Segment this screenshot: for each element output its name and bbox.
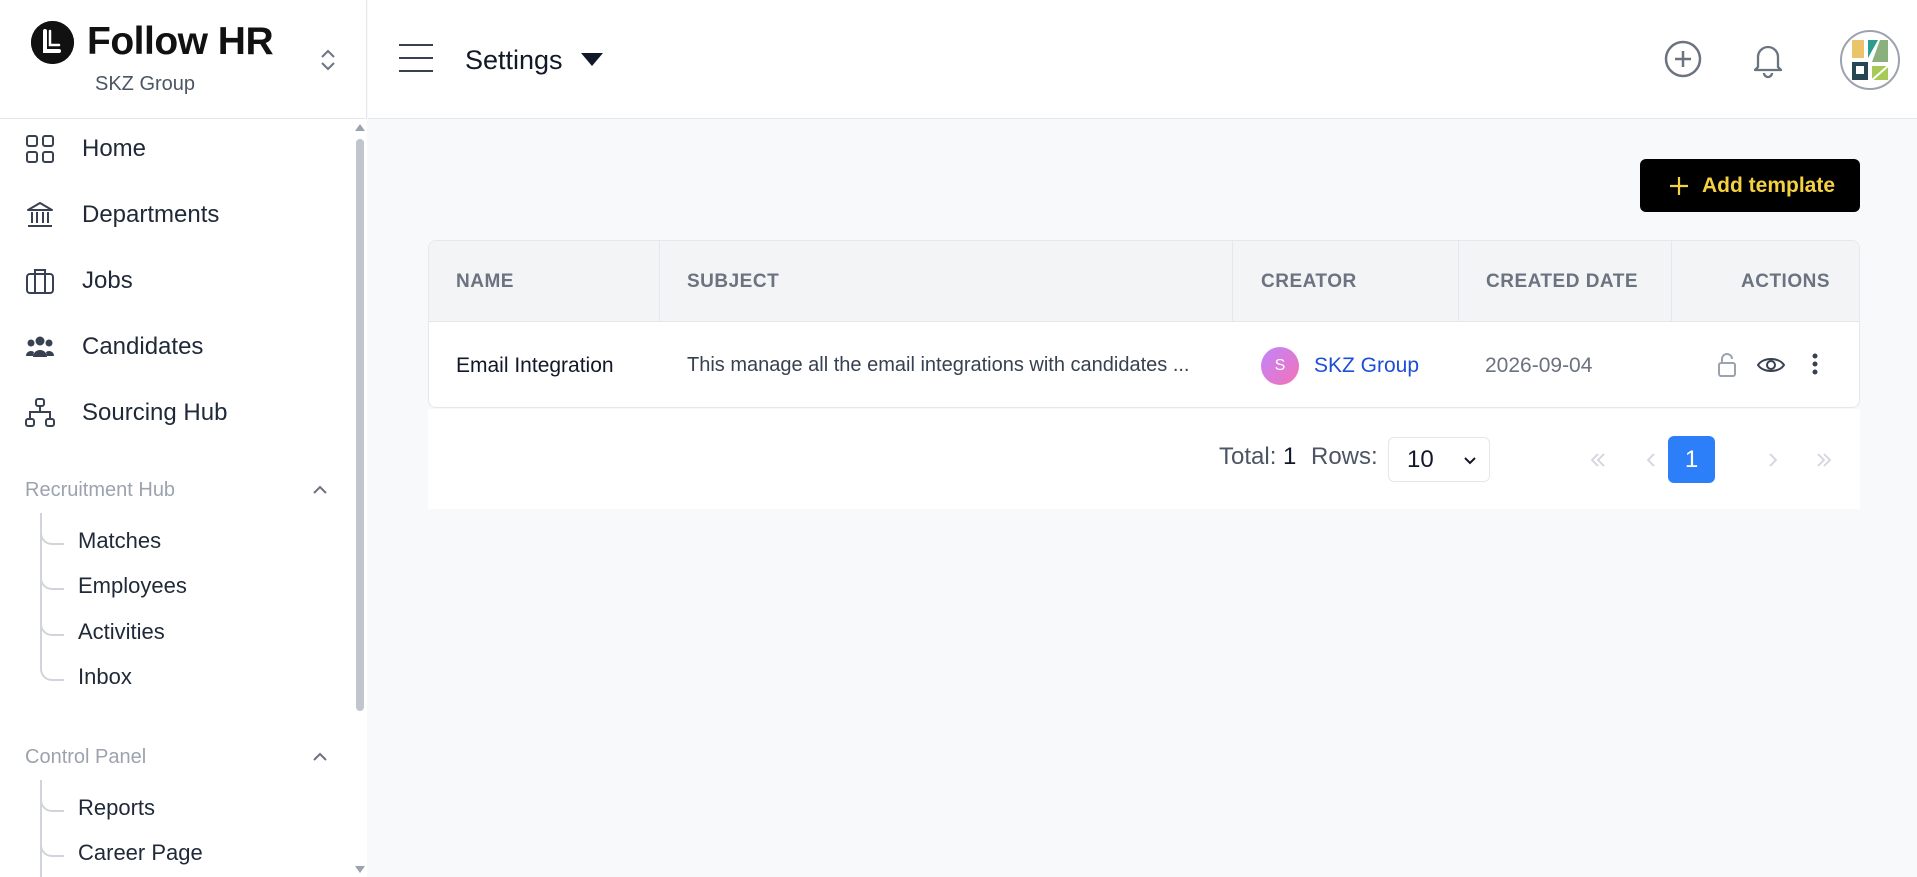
table-row[interactable]: Email Integration This manage all the em… [429,322,1859,407]
column-divider [1232,241,1233,322]
sidebar-item-candidates[interactable]: Candidates [0,319,352,375]
sidebar-item-reports[interactable]: Reports [40,792,340,826]
hierarchy-icon [25,398,55,428]
tree-branch [40,661,64,681]
sidebar-item-home[interactable]: Home [0,121,352,177]
sidebar-item-inbox[interactable]: Inbox [40,661,340,695]
sidebar: Follow HR SKZ Group Home Departments Job… [0,0,367,877]
chevron-up-icon [310,747,330,767]
sidebar-scrollbar[interactable] [352,119,367,877]
brand-org: SKZ Group [95,73,196,95]
sidebar-item-label: Jobs [82,267,133,294]
scroll-up-icon[interactable] [355,124,365,131]
templates-table: NAME SUBJECT CREATOR CREATED DATE ACTION… [428,240,1860,408]
column-header-actions: ACTIONS [1741,270,1830,292]
sidebar-subitem-label: Employees [78,573,187,598]
top-header: Settings [368,0,1917,119]
brand-header: Follow HR SKZ Group [0,0,366,119]
brand-name: Follow HR [87,20,274,63]
column-divider [659,241,660,322]
column-header-subject[interactable]: SUBJECT [687,241,779,322]
sidebar-subitem-label: Career Page [78,840,203,865]
table-header: NAME SUBJECT CREATOR CREATED DATE ACTION… [429,241,1859,322]
section-label: Control Panel [25,745,147,768]
people-icon [25,332,55,362]
sidebar-item-career-page[interactable]: Career Page [40,837,340,871]
creator-avatar: S [1261,346,1299,385]
plus-icon [1668,175,1690,197]
rows-per-page-select[interactable]: 10 [1388,437,1490,482]
menu-icon[interactable] [399,44,433,74]
more-vertical-icon[interactable] [1799,349,1831,381]
user-avatar[interactable] [1840,30,1900,90]
rows-label: Rows: [1311,443,1378,470]
sidebar-item-jobs[interactable]: Jobs [0,253,352,309]
page-title[interactable]: Settings [465,45,563,76]
next-page-icon[interactable] [1753,440,1793,480]
column-divider [1458,241,1459,322]
scrollbar-thumb[interactable] [356,139,364,711]
cell-creator: S SKZ Group [1261,322,1419,407]
bell-icon[interactable] [1748,39,1788,79]
cell-subject: This manage all the email integrations w… [687,354,1190,376]
lock-icon[interactable] [1711,349,1743,381]
sidebar-item-sourcing-hub[interactable]: Sourcing Hub [0,385,352,441]
sidebar-item-label: Departments [82,201,220,228]
tree-branch [40,837,64,857]
tree-branch [40,525,64,545]
first-page-icon[interactable] [1578,440,1618,480]
column-header-name[interactable]: NAME [456,241,514,322]
bank-icon [25,200,55,230]
rows-per-page-value: 10 [1407,445,1434,473]
cell-name[interactable]: Email Integration [456,322,614,407]
sidebar-subitem-label: Activities [78,619,165,644]
sidebar-subitem-label: Reports [78,795,156,820]
sidebar-subitem-label: Inbox [78,664,132,689]
eye-icon[interactable] [1755,349,1787,381]
column-divider [1671,241,1672,322]
chevron-up-icon [310,480,330,500]
chevron-down-icon [1461,451,1479,469]
column-header-creator[interactable]: CREATOR [1261,241,1357,322]
workspace-switch-icon[interactable] [316,46,340,74]
tree-branch [40,570,64,590]
recruitment-hub-tree: Matches Employees Activities Inbox [40,513,340,693]
page-1-button[interactable]: 1 [1668,436,1715,483]
column-header-created-date[interactable]: CREATED DATE [1486,241,1638,322]
sidebar-item-label: Home [82,135,147,162]
section-control-panel[interactable]: Control Panel [25,742,330,772]
sidebar-item-activities[interactable]: Activities [40,616,340,650]
total-count: Total: 1 [1219,443,1296,471]
tree-branch [40,616,64,636]
cell-created-date: 2026-09-04 [1485,353,1593,377]
control-panel-tree: Reports Career Page [40,780,340,877]
sidebar-item-departments[interactable]: Departments [0,187,352,243]
pagination-bar: Total: 1 Rows: 10 1 [428,409,1860,509]
sidebar-item-label: Sourcing Hub [82,399,228,426]
tree-branch [40,792,64,812]
total-label: Total: [1219,443,1277,470]
section-label: Recruitment Hub [25,478,176,501]
add-circle-icon[interactable] [1663,39,1703,79]
grid-icon [25,134,55,164]
sidebar-item-employees[interactable]: Employees [40,570,340,604]
briefcase-icon [25,266,55,296]
last-page-icon[interactable] [1804,440,1844,480]
prev-page-icon[interactable] [1631,440,1671,480]
total-value: 1 [1283,443,1297,470]
section-recruitment-hub[interactable]: Recruitment Hub [25,475,330,505]
sidebar-item-label: Candidates [82,333,204,360]
creator-link[interactable]: SKZ Group [1314,354,1419,378]
sidebar-item-matches[interactable]: Matches [40,525,340,559]
scroll-down-icon[interactable] [355,866,365,873]
add-template-label: Add template [1702,173,1836,197]
sidebar-subitem-label: Matches [78,528,162,553]
brand-logo-icon [31,21,74,64]
add-template-button[interactable]: Add template [1640,159,1860,212]
sidebar-nav: Home Departments Jobs Candidates Sourcin… [0,119,352,877]
caret-down-icon[interactable] [581,53,603,66]
